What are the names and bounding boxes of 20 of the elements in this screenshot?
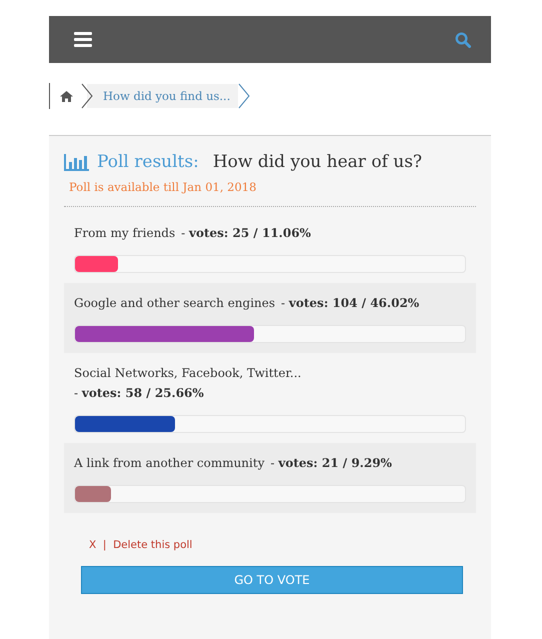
option-label: From my friends <box>74 225 176 242</box>
vote-count: - votes: 58 / 25.66% <box>74 385 204 402</box>
go-to-vote-button[interactable]: GO TO VOTE <box>81 566 463 594</box>
option-label: Social Networks, Facebook, Twitter... <box>74 365 302 382</box>
search-icon[interactable] <box>455 32 471 48</box>
poll-question: How did you hear of us? <box>212 152 422 172</box>
menu-icon[interactable] <box>74 32 92 47</box>
availability-note: Poll is available till Jan 01, 2018 <box>69 180 258 194</box>
poll-heading: Poll results: <box>97 152 199 172</box>
vote-count: - votes: 104 / 46.02% <box>281 295 420 312</box>
chevron-icon <box>81 83 93 109</box>
breadcrumb-link[interactable]: How did you find us... <box>87 84 238 108</box>
delete-poll-link[interactable]: X | Delete this poll <box>89 539 192 551</box>
option-label: A link from another community <box>74 455 264 472</box>
chevron-icon <box>238 83 250 109</box>
home-icon[interactable] <box>60 90 73 102</box>
vote-count: - votes: 25 / 11.06% <box>181 225 311 242</box>
vote-count: - votes: 21 / 9.29% <box>270 455 392 472</box>
option-label: Google and other search engines <box>74 295 276 312</box>
bar-chart-icon <box>64 154 89 170</box>
